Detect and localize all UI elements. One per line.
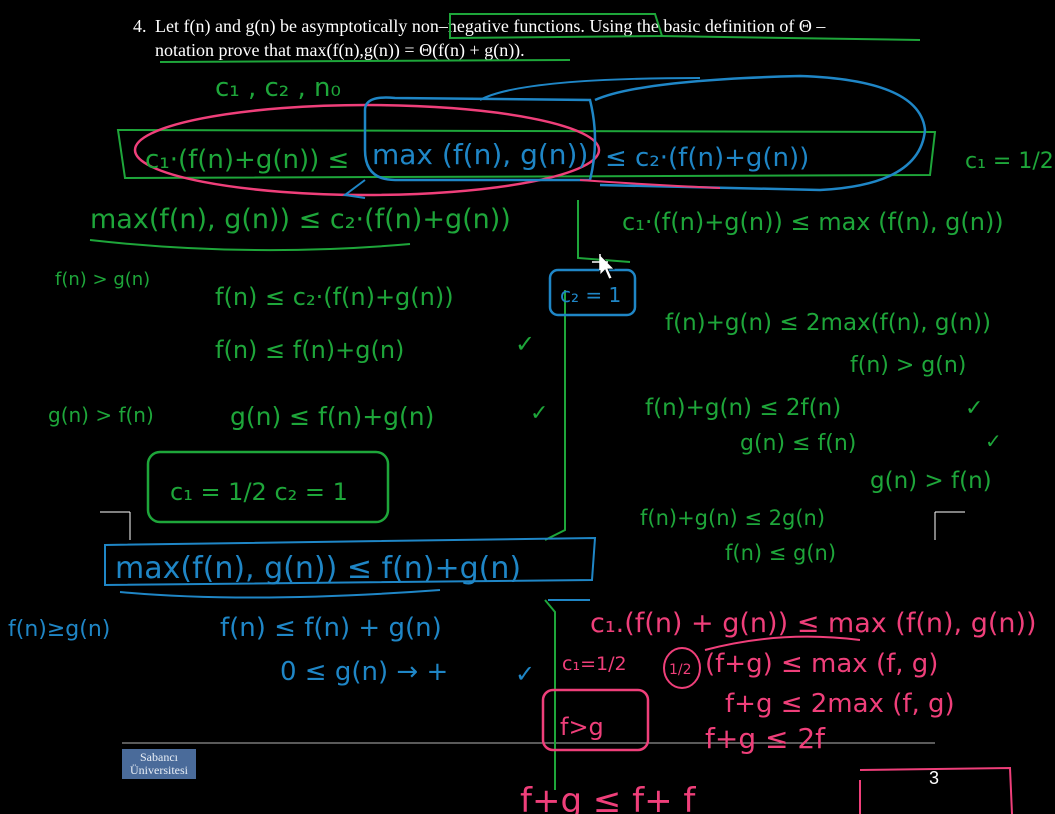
blue-arc-top <box>479 77 701 101</box>
ink-g1: g(n) ≤ f(n)+g(n) <box>230 402 434 431</box>
ink-case-g: g(n) > f(n) <box>48 403 154 427</box>
ink-pink5: f+g ≤ f+ f <box>520 781 696 814</box>
ink-main-mid: max (f(n), g(n)) <box>372 138 588 171</box>
move-cursor-icon <box>592 254 615 280</box>
green-brace-upper <box>89 239 411 252</box>
blue-brace <box>119 589 441 599</box>
green-divider-bottom <box>544 599 556 790</box>
ink-pink3: f+g ≤ 2max (f, g) <box>725 689 955 719</box>
ink-blue-max: max(f(n), g(n)) ≤ f(n)+g(n) <box>115 551 521 586</box>
ink-annotation-layer: c₁ , c₂ , n₀ c₁ = 1/2 max(f(n), g(n)) ≤ … <box>8 13 1054 814</box>
ink-upper: max(f(n), g(n)) ≤ c₂·(f(n)+g(n)) <box>90 204 511 235</box>
ink-lower: c₁·(f(n)+g(n)) ≤ max (f(n), g(n)) <box>622 208 1004 236</box>
ink-tick-2: ✓ <box>965 396 983 421</box>
ink-c1-half: c₁ = 1/2 <box>965 149 1054 174</box>
green-underline-basic <box>659 35 921 41</box>
ink-l5: g(n) > f(n) <box>870 468 992 494</box>
ink-tick-3: ✓ <box>985 429 1002 453</box>
ink-case-f: f(n) > g(n) <box>55 269 150 290</box>
ink-u1: f(n) ≤ c₂·(f(n)+g(n)) <box>215 283 454 311</box>
ink-l3: f(n)+g(n) ≤ 2f(n) <box>645 395 841 421</box>
ink-pink-half: 1/2 <box>669 662 692 678</box>
ink-u2: f(n) ≤ f(n)+g(n) <box>215 336 404 364</box>
ink-tick-1: ✓ <box>515 330 535 358</box>
ink-blue-case: f(n)≥g(n) <box>8 617 110 642</box>
green-box-nonnegative <box>449 13 664 40</box>
ink-blue2: 0 ≤ g(n) → + <box>280 657 448 687</box>
ink-l6: f(n)+g(n) ≤ 2g(n) <box>640 506 825 530</box>
ink-l2: f(n) > g(n) <box>850 353 966 378</box>
ink-l1: f(n)+g(n) ≤ 2max(f(n), g(n)) <box>665 310 991 336</box>
ink-pink-c1: c₁=1/2 <box>562 653 627 675</box>
ink-pink2: (f+g) ≤ max (f, g) <box>705 649 938 679</box>
ink-pink1: c₁.(f(n) + g(n)) ≤ max (f(n), g(n)) <box>590 608 1037 639</box>
ink-l7: f(n) ≤ g(n) <box>725 541 836 565</box>
ink-consts: c₁ , c₂ , n₀ <box>215 73 341 103</box>
ink-blue1: f(n) ≤ f(n) + g(n) <box>220 613 442 643</box>
ink-tick-4: ✓ <box>530 401 548 426</box>
ink-pink-fg: f>g <box>560 713 604 741</box>
ink-c2-box: c₂ = 1 <box>560 283 621 307</box>
ink-const-box: c₁ = 1/2 c₂ = 1 <box>170 478 348 506</box>
pink-partial-box <box>859 766 1013 814</box>
ink-pink4: f+g ≤ 2f <box>705 722 826 755</box>
green-underline-problem <box>159 59 571 63</box>
ink-main-right: ≤ c₂·(f(n)+g(n)) <box>605 143 809 173</box>
ink-main-left: c₁·(f(n)+g(n)) ≤ <box>145 145 349 175</box>
ink-tick-5: ✓ <box>515 660 535 688</box>
ink-l4: g(n) ≤ f(n) <box>740 431 856 456</box>
